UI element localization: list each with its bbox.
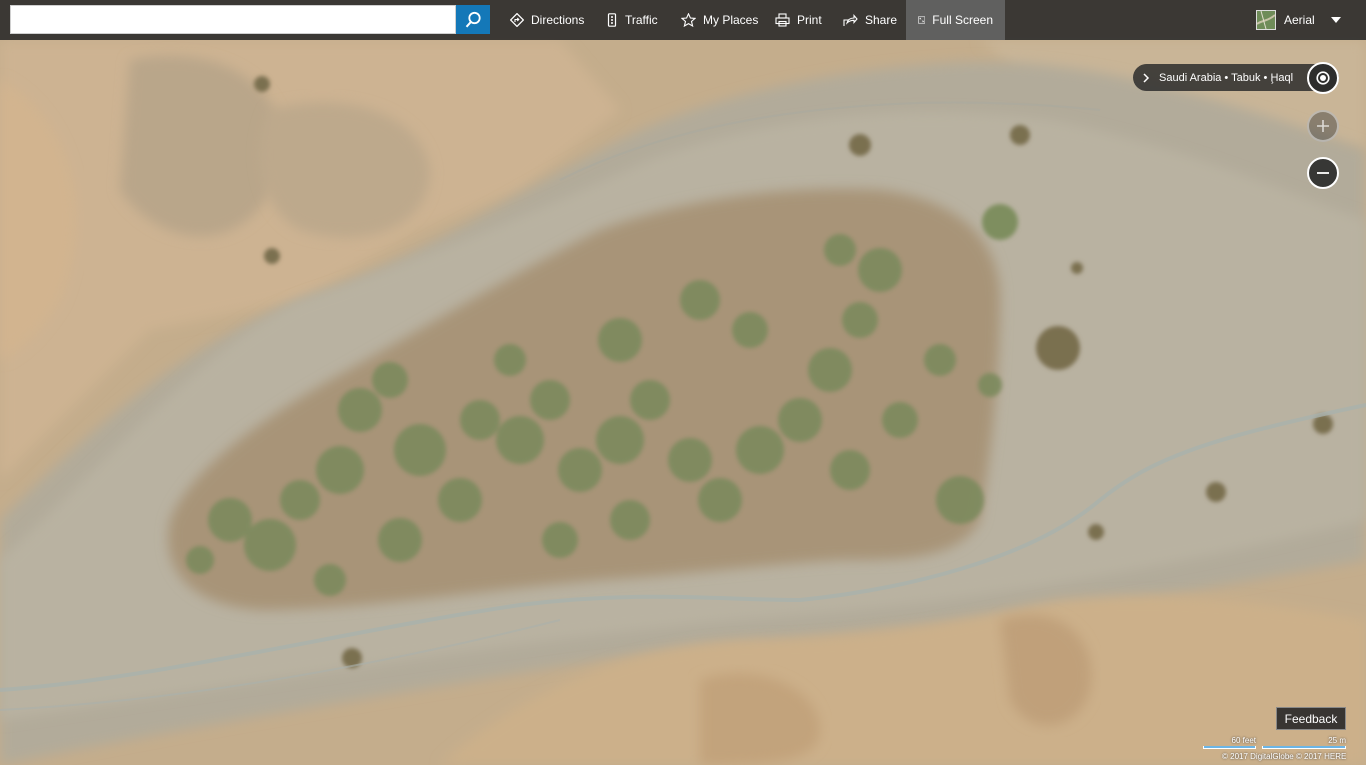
share-label: Share xyxy=(865,13,898,27)
locate-me-button[interactable] xyxy=(1307,62,1339,94)
directions-button[interactable]: Directions xyxy=(498,0,596,40)
aerial-thumbnail-icon xyxy=(1256,10,1276,30)
search-input[interactable] xyxy=(10,5,456,34)
scale-bar-imperial: 60 feet xyxy=(1203,736,1256,749)
full-screen-button[interactable]: Full Screen xyxy=(906,0,1005,40)
traffic-button[interactable]: Traffic xyxy=(594,0,670,40)
scale-imperial-label: 60 feet xyxy=(1231,736,1256,745)
scale-imperial-bar xyxy=(1203,746,1256,749)
fullscreen-icon xyxy=(918,16,926,24)
scale-metric-label: 25 m xyxy=(1328,736,1346,745)
my-places-button[interactable]: My Places xyxy=(669,0,770,40)
breadcrumb-expand-button[interactable] xyxy=(1133,64,1159,91)
scale-metric-bar xyxy=(1262,746,1346,749)
search-button[interactable] xyxy=(456,5,490,34)
print-icon xyxy=(775,13,790,27)
caret-down-icon xyxy=(1330,17,1341,23)
full-screen-label: Full Screen xyxy=(932,13,993,27)
plus-icon xyxy=(1317,120,1329,132)
chevron-right-icon xyxy=(1143,72,1150,83)
top-toolbar: Directions Traffic My Places Print Share xyxy=(0,0,1366,40)
map-style-label: Aerial xyxy=(1284,13,1315,27)
traffic-label: Traffic xyxy=(625,13,658,27)
minus-icon xyxy=(1317,172,1329,174)
directions-label: Directions xyxy=(531,13,585,27)
zoom-in-button[interactable] xyxy=(1307,110,1339,142)
print-label: Print xyxy=(797,13,822,27)
print-button[interactable]: Print xyxy=(763,0,834,40)
zoom-out-button[interactable] xyxy=(1307,157,1339,189)
my-places-label: My Places xyxy=(703,13,759,27)
share-icon xyxy=(843,13,858,26)
directions-icon xyxy=(510,13,524,27)
feedback-button[interactable]: Feedback xyxy=(1276,707,1346,730)
star-icon xyxy=(681,13,696,27)
copyright-notice: © 2017 DigitalGlobe © 2017 HERE xyxy=(1222,752,1347,761)
share-button[interactable]: Share xyxy=(831,0,909,40)
aerial-map[interactable] xyxy=(0,0,1366,765)
traffic-icon xyxy=(607,13,617,27)
search-icon xyxy=(465,11,481,27)
map-style-dropdown[interactable]: Aerial xyxy=(1248,0,1358,40)
scale-bar-metric: 25 m xyxy=(1262,736,1346,749)
locate-me-icon xyxy=(1316,71,1330,85)
